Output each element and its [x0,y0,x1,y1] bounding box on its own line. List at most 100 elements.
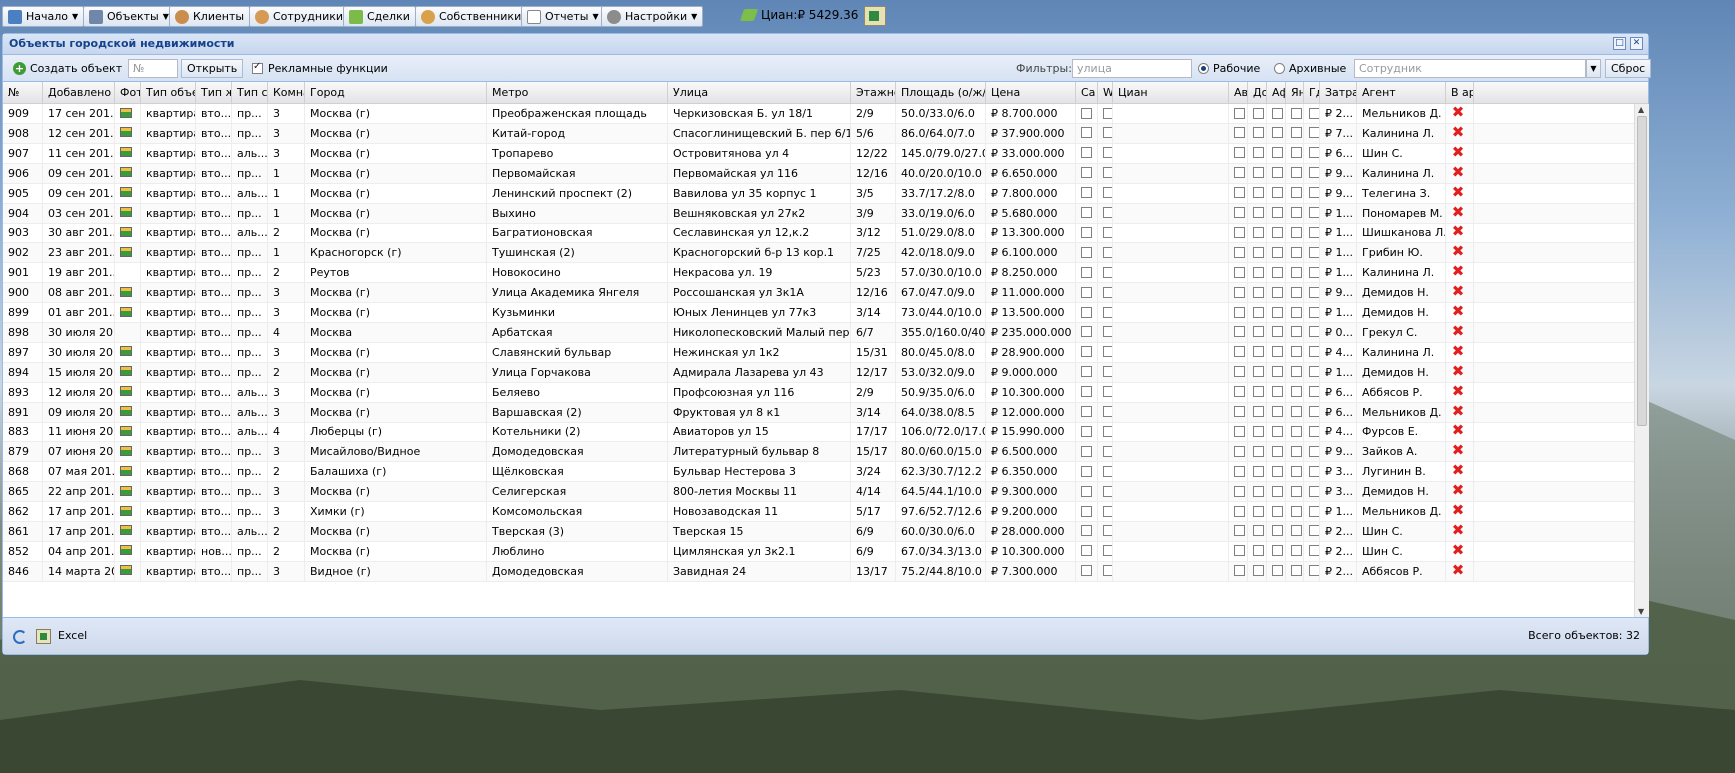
row-checkbox[interactable] [1103,545,1112,557]
row-checkbox[interactable] [1103,187,1112,199]
row-checkbox[interactable] [1081,326,1092,338]
row-checkbox[interactable] [1309,406,1319,417]
photo-icon[interactable] [120,465,132,476]
table-row[interactable]: 904 03 сен 201... квартира вто... пр... 1 Моск… [3,203,1634,224]
row-checkbox[interactable] [1103,406,1112,417]
row-checkbox[interactable] [1253,525,1264,537]
row-checkbox[interactable] [1309,187,1319,199]
archive-delete-icon[interactable]: ✖ [1451,184,1465,199]
table-row[interactable]: 89730 июля 20... квартиравто...пр...3Моск… [3,342,1634,363]
row-checkbox[interactable] [1253,147,1264,159]
row-checkbox[interactable] [1309,386,1319,398]
row-checkbox[interactable] [1309,147,1319,159]
row-checkbox[interactable] [1291,246,1302,258]
row-checkbox[interactable] [1234,545,1245,557]
row-checkbox[interactable] [1309,505,1319,517]
archive-delete-icon[interactable]: ✖ [1451,423,1465,438]
row-checkbox[interactable] [1272,465,1283,477]
row-checkbox[interactable] [1234,565,1245,577]
row-checkbox[interactable] [1103,425,1112,437]
row-checkbox[interactable] [1234,465,1245,477]
row-checkbox[interactable] [1081,366,1092,378]
scroll-up-icon[interactable]: ▲ [1638,105,1644,114]
row-checkbox[interactable] [1103,127,1112,139]
row-checkbox[interactable] [1291,346,1302,358]
row-checkbox[interactable] [1309,366,1319,378]
column-header[interactable]: № [3,82,43,103]
row-checkbox[interactable] [1234,246,1245,258]
archive-delete-icon[interactable]: ✖ [1451,323,1465,338]
vertical-scrollbar[interactable]: ▲ ▼ [1634,104,1649,617]
row-checkbox[interactable] [1291,525,1302,537]
row-checkbox[interactable] [1272,366,1283,378]
row-checkbox[interactable] [1081,187,1092,199]
table-row[interactable]: 89109 июля 20... квартиравто...аль...3Мос… [3,402,1634,423]
row-checkbox[interactable] [1291,366,1302,378]
archive-delete-icon[interactable]: ✖ [1451,403,1465,418]
archive-delete-icon[interactable]: ✖ [1451,224,1465,239]
radio-archive[interactable] [1274,62,1285,74]
archive-delete-icon[interactable]: ✖ [1451,144,1465,159]
column-header[interactable]: Город [305,82,487,103]
row-checkbox[interactable] [1103,207,1112,218]
photo-icon[interactable] [120,346,132,357]
row-checkbox[interactable] [1103,445,1112,457]
column-header[interactable]: Добавлено [43,82,115,103]
row-checkbox[interactable] [1272,107,1283,119]
row-checkbox[interactable] [1253,127,1264,139]
chevron-down-icon[interactable]: ▼ [1586,58,1601,78]
archive-delete-icon[interactable]: ✖ [1451,503,1465,518]
row-checkbox[interactable] [1234,207,1245,218]
row-checkbox[interactable] [1103,505,1112,517]
row-checkbox[interactable] [1291,127,1302,139]
employees-button[interactable]: Сотрудники [249,6,350,27]
row-checkbox[interactable] [1291,485,1302,497]
photo-icon[interactable] [120,226,132,237]
create-object-button[interactable]: + Создать объект [13,58,122,78]
row-checkbox[interactable] [1234,406,1245,417]
row-checkbox[interactable] [1234,386,1245,398]
row-checkbox[interactable] [1234,187,1245,199]
column-header[interactable]: Агент [1357,82,1446,103]
row-checkbox[interactable] [1291,386,1302,398]
row-checkbox[interactable] [1103,246,1112,258]
deals-button[interactable]: Сделки [343,6,416,27]
row-checkbox[interactable] [1272,147,1283,159]
row-checkbox[interactable] [1081,127,1092,139]
row-checkbox[interactable] [1272,485,1283,497]
row-checkbox[interactable] [1272,525,1283,537]
row-checkbox[interactable] [1081,266,1092,278]
row-checkbox[interactable] [1081,246,1092,258]
row-checkbox[interactable] [1309,167,1319,179]
row-checkbox[interactable] [1234,226,1245,238]
row-checkbox[interactable] [1234,127,1245,139]
row-checkbox[interactable] [1272,565,1283,577]
photo-icon[interactable] [120,505,132,516]
row-checkbox[interactable] [1081,505,1092,517]
working-radio[interactable]: Рабочие [1198,58,1260,78]
photo-icon[interactable] [120,565,132,576]
row-checkbox[interactable] [1272,226,1283,238]
row-checkbox[interactable] [1234,425,1245,437]
column-header[interactable]: Улица [668,82,851,103]
row-checkbox[interactable] [1081,346,1092,358]
refresh-icon[interactable] [13,630,27,644]
radio-working[interactable] [1198,62,1209,74]
row-checkbox[interactable] [1253,306,1264,318]
row-checkbox[interactable] [1081,147,1092,159]
row-checkbox[interactable] [1253,226,1264,238]
row-checkbox[interactable] [1234,306,1245,318]
table-row[interactable]: 89830 июля 20... квартиравто...пр...4Моск… [3,322,1634,343]
excel-export-label[interactable]: Excel [58,629,87,642]
row-checkbox[interactable] [1309,286,1319,298]
row-checkbox[interactable] [1291,465,1302,477]
row-checkbox[interactable] [1272,425,1283,437]
objects-menu-button[interactable]: Объекты ▼ [83,6,175,27]
photo-icon[interactable] [120,545,132,556]
table-row[interactable]: 89415 июля 20... квартиравто...пр...2Моск… [3,362,1634,383]
row-checkbox[interactable] [1309,525,1319,537]
row-checkbox[interactable] [1081,465,1092,477]
row-checkbox[interactable] [1234,525,1245,537]
row-checkbox[interactable] [1103,107,1112,119]
clients-button[interactable]: Клиенты [169,6,251,27]
